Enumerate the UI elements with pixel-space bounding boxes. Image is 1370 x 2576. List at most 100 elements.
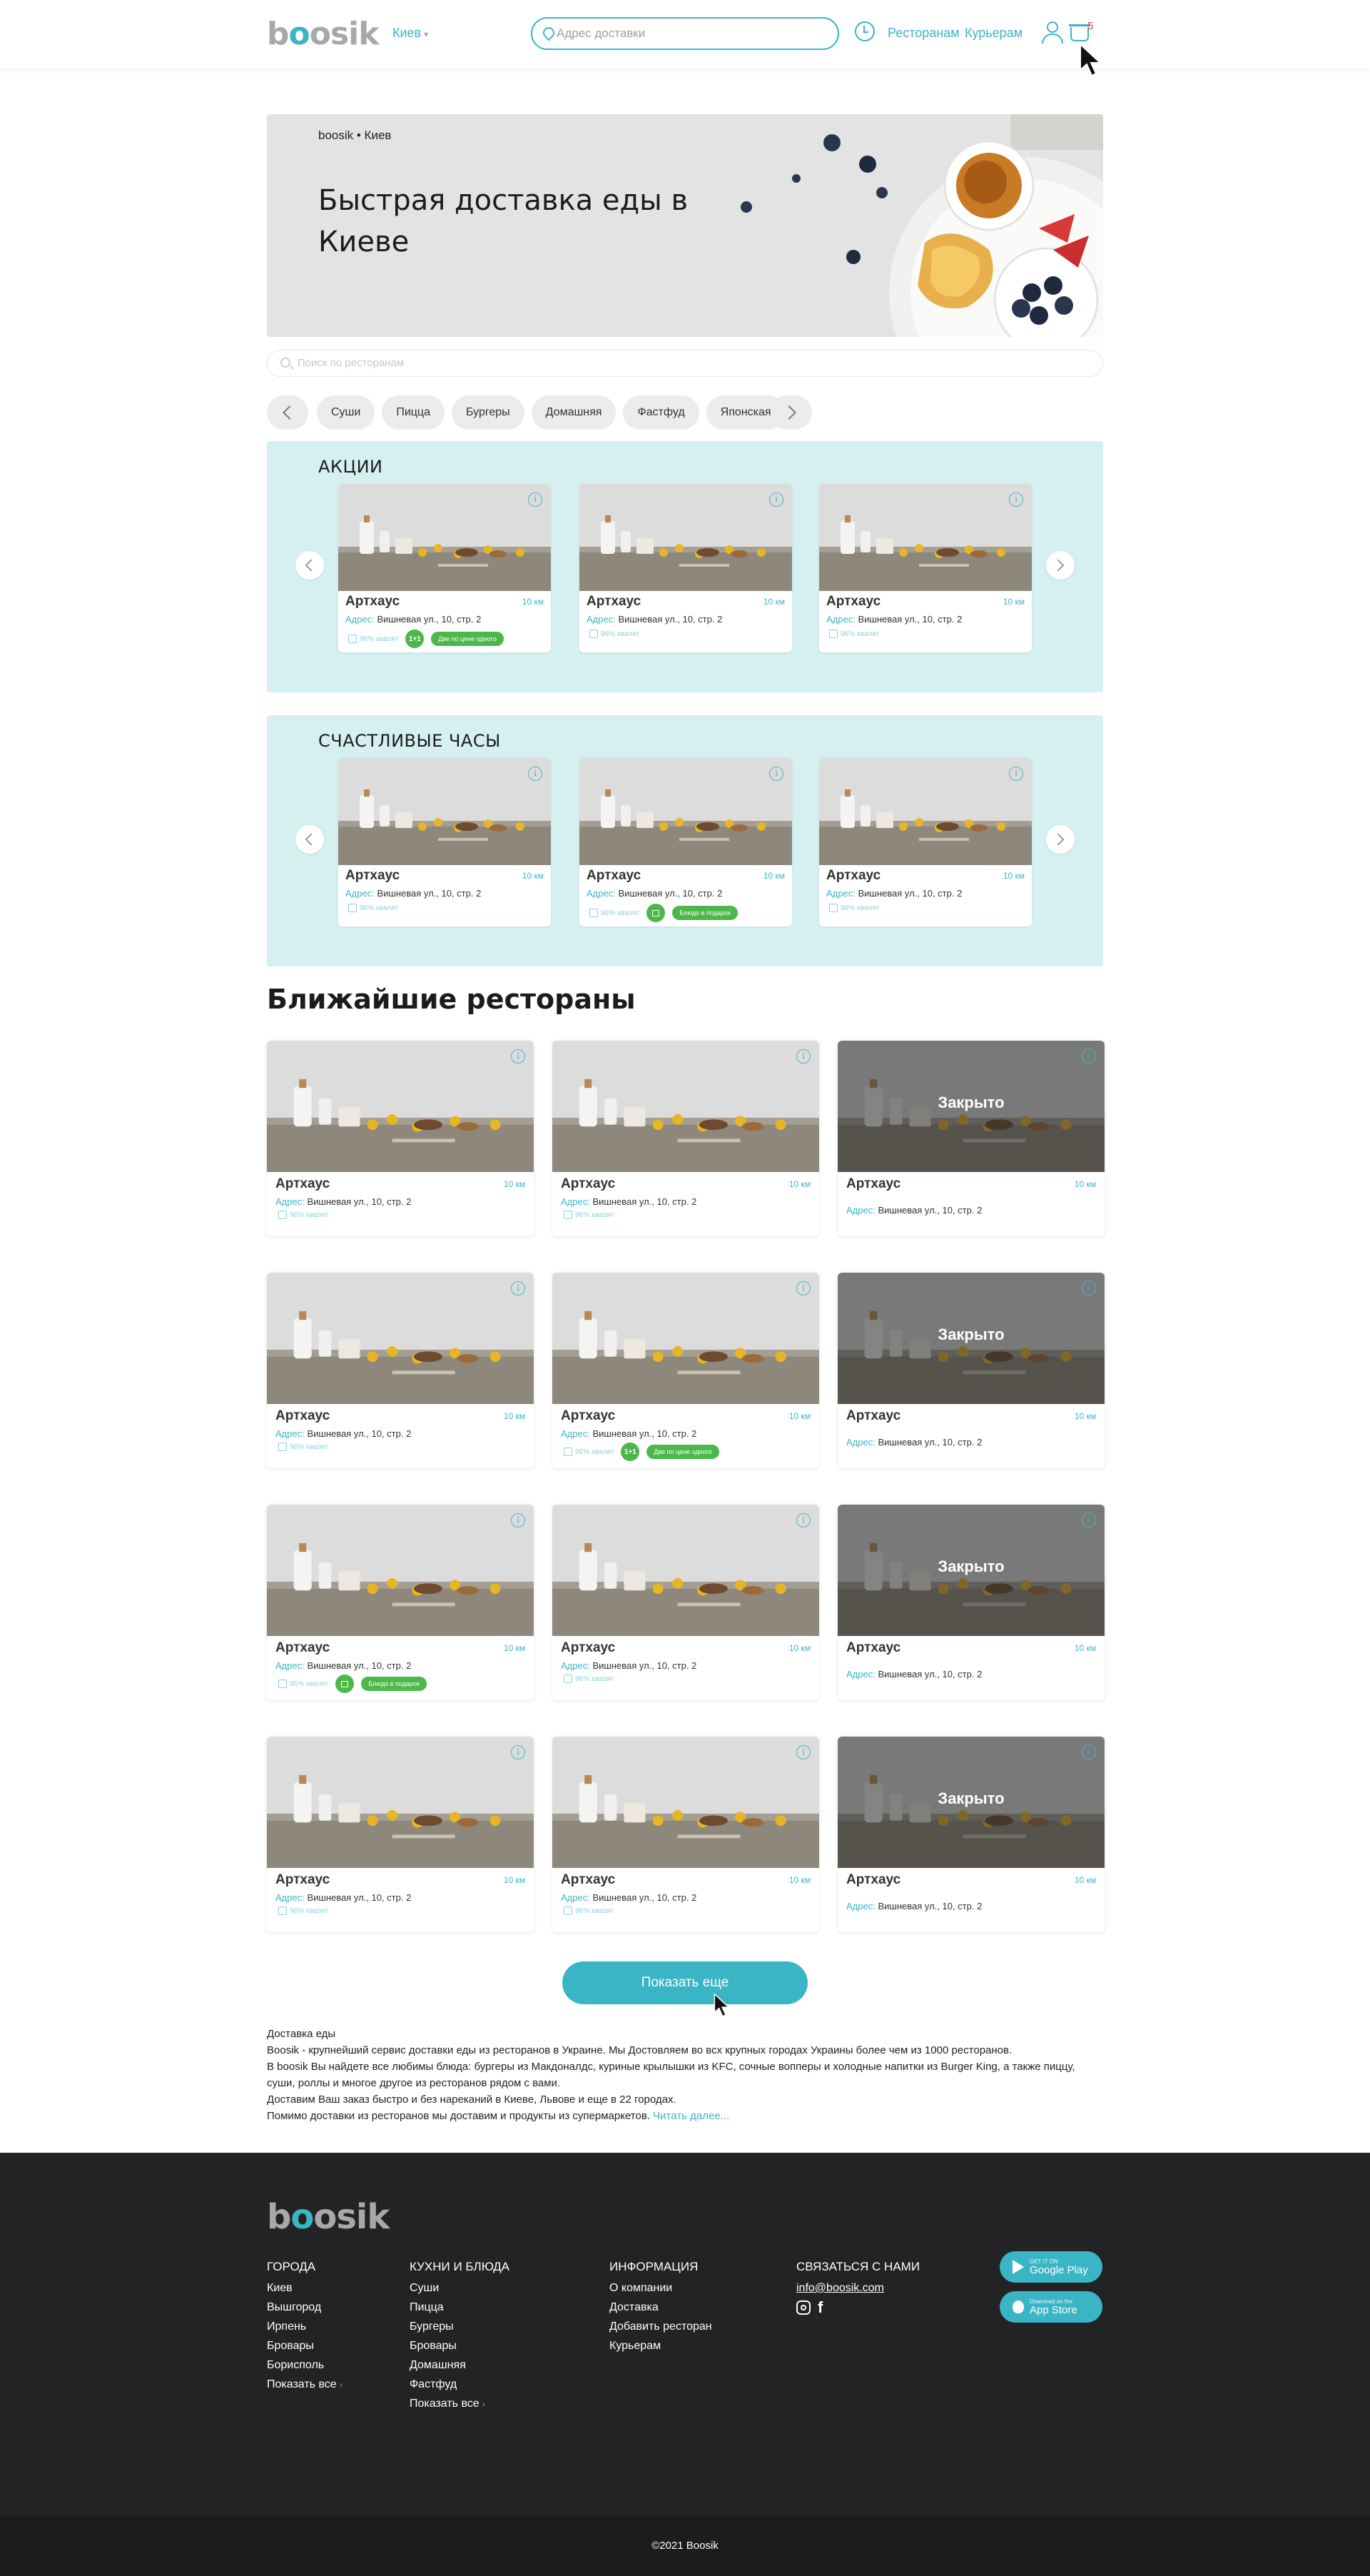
mouse-cursor	[1080, 43, 1102, 77]
footer-link[interactable]: Киев	[267, 2278, 342, 2298]
category-chip[interactable]: Фастфуд	[623, 395, 699, 430]
restaurant-name: Артхаус	[345, 868, 400, 883]
address-value: Вишневая ул., 10, стр. 2	[592, 1428, 697, 1439]
restaurant-card[interactable]: i Артхаус 10 км Адрес: Вишневая ул., 10, ст…	[552, 1273, 819, 1468]
promo-next-button[interactable]	[1046, 825, 1075, 854]
footer-link[interactable]: О компании	[609, 2278, 712, 2298]
promo-card[interactable]: i Артхаус 10 км Адрес: Вишневая ул., 10, ст…	[819, 484, 1032, 652]
info-icon[interactable]: i	[511, 1049, 525, 1064]
restaurant-card[interactable]: Закрыто i Артхаус 10 км Адрес: Вишневая ул.,…	[838, 1273, 1105, 1468]
footer-link[interactable]: Вышгород	[267, 2298, 342, 2317]
facebook-icon[interactable]: f	[818, 2300, 823, 2315]
promo-prev-button[interactable]	[295, 825, 324, 854]
promo-card[interactable]: i Артхаус 10 км Адрес: Вишневая ул., 10, ст…	[338, 484, 551, 652]
info-icon[interactable]: i	[796, 1745, 811, 1759]
footer-link[interactable]: Борисполь	[267, 2355, 342, 2375]
category-chip[interactable]: Суши	[317, 395, 375, 430]
footer-logo[interactable]: boosik	[267, 2197, 390, 2237]
logo[interactable]: boosik	[267, 16, 379, 52]
delivery-address-input[interactable]	[557, 26, 828, 41]
promo-prev-button[interactable]	[295, 551, 324, 580]
footer-link[interactable]: Пицца	[410, 2298, 509, 2317]
footer-link[interactable]: Домашняя	[410, 2355, 509, 2375]
footer-link[interactable]: Суши	[410, 2278, 509, 2298]
restaurant-card[interactable]: i Артхаус 10 км Адрес: Вишневая ул., 10, ст…	[267, 1505, 534, 1700]
rating-text: 96% хвалят	[360, 904, 399, 912]
clock-icon[interactable]	[855, 21, 875, 41]
restaurant-card[interactable]: i Артхаус 10 км Адрес: Вишневая ул., 10, ст…	[552, 1737, 819, 1932]
info-icon[interactable]: i	[1082, 1513, 1096, 1527]
rating-text: 96% хвалят	[360, 635, 399, 643]
restaurant-photo	[267, 1505, 534, 1636]
rating-like: 96% хвалят	[564, 1906, 614, 1915]
restaurant-card[interactable]: i Артхаус 10 км Адрес: Вишневая ул., 10, ст…	[552, 1041, 819, 1236]
footer-link[interactable]: Бровары	[267, 2336, 342, 2355]
category-chip[interactable]: Пицца	[382, 395, 445, 430]
google-play-button[interactable]: GET IT ON Google Play	[1000, 2251, 1102, 2283]
footer-link[interactable]: Добавить ресторан	[609, 2317, 712, 2336]
restaurant-card[interactable]: i Артхаус 10 км Адрес: Вишневая ул., 10, ст…	[552, 1505, 819, 1700]
address-value: Вишневая ул., 10, стр. 2	[858, 614, 963, 625]
delivery-address-field[interactable]	[531, 17, 839, 50]
restaurant-card[interactable]: i Артхаус 10 км Адрес: Вишневая ул., 10, ст…	[267, 1273, 534, 1468]
category-chip[interactable]: Домашняя	[531, 395, 616, 430]
show-more-button[interactable]: Показать еще	[562, 1961, 808, 2004]
categories-next-button[interactable]	[771, 395, 812, 430]
info-icon[interactable]: i	[511, 1513, 525, 1527]
info-icon[interactable]: i	[511, 1745, 525, 1759]
info-icon[interactable]: i	[1009, 493, 1023, 507]
thumbs-up-icon	[564, 1906, 572, 1915]
basket-icon[interactable]	[1069, 24, 1090, 41]
restaurant-search-input[interactable]	[298, 350, 1082, 375]
promo-card[interactable]: i Артхаус 10 км Адрес: Вишневая ул., 10, ст…	[819, 758, 1032, 926]
city-dropdown[interactable]: Киев ▾	[392, 26, 428, 41]
rating-text: 96% хвалят	[575, 1211, 614, 1219]
footer-link[interactable]: Фастфуд	[410, 2375, 509, 2394]
info-icon[interactable]: i	[1082, 1049, 1096, 1064]
promo-card[interactable]: i Артхаус 10 км Адрес: Вишневая ул., 10, ст…	[579, 484, 792, 652]
promo-next-button[interactable]	[1046, 551, 1075, 580]
info-icon[interactable]: i	[796, 1513, 811, 1527]
footer-link[interactable]: Доставка	[609, 2298, 712, 2317]
info-icon[interactable]: i	[796, 1281, 811, 1295]
info-icon[interactable]: i	[769, 767, 783, 781]
footer-show-all-link[interactable]: Показать все ›	[410, 2394, 509, 2414]
categories-prev-button[interactable]	[267, 395, 308, 430]
user-icon[interactable]	[1042, 21, 1063, 44]
nav-couriers-link[interactable]: Курьерам	[965, 26, 1023, 41]
contact-email-link[interactable]: info@boosik.com	[796, 2278, 920, 2298]
read-more-link[interactable]: Читать далее...	[653, 2110, 729, 2122]
app-store-button[interactable]: Download on the App Store	[1000, 2291, 1102, 2323]
thumbs-up-icon	[564, 1448, 572, 1456]
restaurant-search[interactable]	[267, 350, 1103, 377]
promo-badge-circle: 1+1	[405, 630, 425, 648]
footer-show-all-link[interactable]: Показать все ›	[267, 2375, 342, 2395]
info-icon[interactable]: i	[511, 1281, 525, 1295]
info-icon[interactable]: i	[1082, 1745, 1096, 1759]
info-icon[interactable]: i	[1009, 767, 1023, 781]
promo-card[interactable]: i Артхаус 10 км Адрес: Вишневая ул., 10, ст…	[338, 758, 551, 926]
promo-section-actions: АКЦИИ i Артхаус 10 км Адрес: Вишневая ул., …	[267, 441, 1103, 692]
footer-link[interactable]: Бровары	[410, 2336, 509, 2355]
restaurant-card[interactable]: Закрыто i Артхаус 10 км Адрес: Вишневая ул.,…	[838, 1041, 1105, 1236]
info-icon[interactable]: i	[1082, 1281, 1096, 1295]
footer-link[interactable]: Ирпень	[267, 2317, 342, 2336]
thumbs-up-icon	[564, 1675, 572, 1683]
footer-link[interactable]: Курьерам	[609, 2336, 712, 2355]
info-icon[interactable]: i	[769, 493, 783, 507]
promo-card[interactable]: i Артхаус 10 км Адрес: Вишневая ул., 10, ст…	[579, 758, 792, 926]
restaurant-card[interactable]: Закрыто i Артхаус 10 км Адрес: Вишневая ул.,…	[838, 1505, 1105, 1700]
closed-label: Закрыто	[938, 1557, 1005, 1575]
restaurant-card[interactable]: i Артхаус 10 км Адрес: Вишневая ул., 10, ст…	[267, 1737, 534, 1932]
info-icon[interactable]: i	[796, 1049, 811, 1064]
info-icon[interactable]: i	[528, 767, 542, 781]
restaurant-distance: 10 км	[503, 1643, 525, 1653]
instagram-icon[interactable]	[796, 2300, 811, 2315]
restaurant-card[interactable]: Закрыто i Артхаус 10 км Адрес: Вишневая ул.,…	[838, 1737, 1105, 1932]
restaurant-card[interactable]: i Артхаус 10 км Адрес: Вишневая ул., 10, ст…	[267, 1041, 534, 1236]
info-icon[interactable]: i	[528, 493, 542, 507]
footer-link[interactable]: Бургеры	[410, 2317, 509, 2336]
category-chip[interactable]: Бургеры	[452, 395, 524, 430]
address-label: Адрес:	[846, 1205, 876, 1216]
nav-restaurants-link[interactable]: Ресторанам	[888, 26, 960, 41]
